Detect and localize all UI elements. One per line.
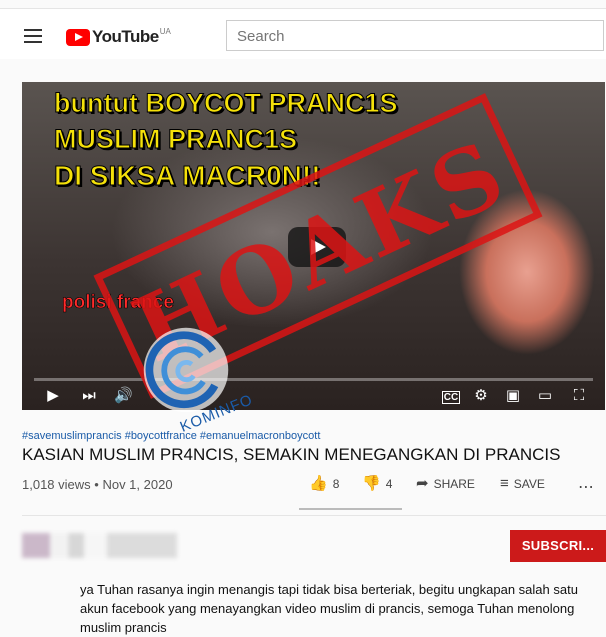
dislike-button[interactable]: 👎 4 [362, 475, 393, 492]
thumbs-up-icon: 👍 [309, 475, 328, 492]
more-actions-icon[interactable]: ⋯ [578, 477, 595, 497]
video-description: ya Tuhan rasanya ingin menangis tapi tid… [80, 582, 578, 635]
like-count: 8 [332, 477, 340, 491]
subscribe-button[interactable]: SUBSCRI... [510, 530, 606, 562]
save-label: SAVE [513, 477, 545, 491]
like-button[interactable]: 👍 8 [309, 475, 340, 492]
volume-icon[interactable]: 🔊 [114, 387, 133, 405]
save-button[interactable]: ≡ SAVE [500, 475, 545, 492]
video-title: KASIAN MUSLIM PR4NCIS, SEMAKIN MENEGANGK… [22, 445, 561, 464]
video-meta: 1,018 views • Nov 1, 2020 [22, 477, 173, 492]
play-icon[interactable]: ▶ [44, 387, 62, 405]
fullscreen-icon[interactable]: ⛶ [570, 387, 588, 405]
video-hashtags[interactable]: #savemuslimprancis #boycottfrance #emanu… [22, 430, 320, 442]
top-bar: YouTube UA [0, 8, 606, 59]
upload-date: Nov 1, 2020 [102, 477, 173, 492]
like-ratio-bar [299, 508, 402, 510]
country-code: UA [159, 27, 171, 36]
captions-icon[interactable]: CC [442, 391, 460, 404]
share-button[interactable]: ➦ SHARE [416, 475, 475, 492]
search-box[interactable] [226, 20, 604, 52]
overlay-title-line-2: MUSLIM PRANC1S [53, 124, 298, 155]
divider [22, 515, 606, 516]
share-label: SHARE [433, 477, 475, 491]
youtube-logo[interactable]: YouTube UA [66, 27, 171, 47]
menu-icon[interactable] [24, 29, 42, 43]
thumbs-down-icon: 👎 [362, 475, 381, 492]
theater-mode-icon[interactable]: ▭ [536, 387, 554, 405]
overlay-title-line-1: buntut BOYCOT PRANC1S [54, 88, 398, 119]
miniplayer-icon[interactable]: ▣ [504, 387, 522, 405]
next-icon[interactable]: ⏭ [80, 387, 98, 405]
search-input[interactable] [227, 21, 603, 52]
progress-bar[interactable] [34, 378, 593, 381]
view-count: 1,018 views [22, 477, 91, 492]
settings-icon[interactable]: ⚙ [472, 387, 490, 405]
youtube-play-icon [66, 28, 90, 46]
logo-text: YouTube [92, 27, 159, 46]
player-controls: ▶ ⏭ 🔊 CC ⚙ ▣ ▭ ⛶ [22, 382, 605, 410]
channel-info-redacted [22, 533, 177, 558]
dislike-count: 4 [385, 477, 393, 491]
share-icon: ➦ [416, 475, 429, 492]
playlist-add-icon: ≡ [500, 475, 509, 492]
